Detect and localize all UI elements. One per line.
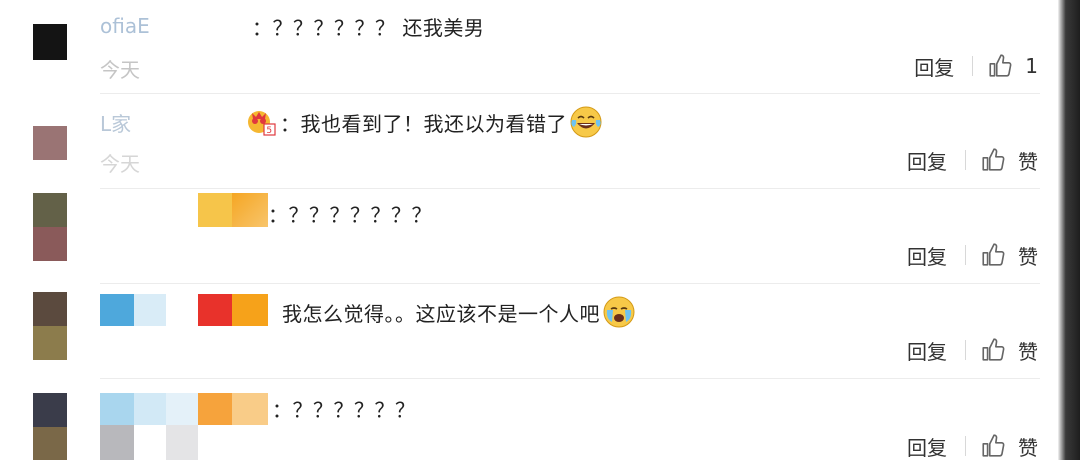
timestamp: 今天 (100, 152, 140, 176)
comment-actions: 回复 赞 (907, 432, 1038, 460)
vip-badge-icon: 5 (248, 111, 276, 136)
avatar[interactable] (33, 292, 67, 360)
reply-button[interactable]: 回复 (907, 146, 947, 175)
timestamp-blur (166, 425, 198, 460)
username-blur[interactable] (100, 294, 134, 326)
action-separator (972, 56, 974, 76)
svg-text:5: 5 (266, 126, 272, 136)
comment-item: L家 今天 5 ：我也看到了！我还以为看错了 回复 赞 (0, 94, 1058, 188)
username[interactable]: ofiaE (100, 14, 150, 38)
username-blur[interactable] (134, 393, 166, 425)
reply-button[interactable]: 回复 (907, 336, 947, 365)
comment-text: ：？？？？？？ 还我美男 (252, 15, 485, 40)
thumbs-up-icon[interactable] (980, 147, 1006, 173)
comment-actions: 回复 赞 (907, 336, 1038, 364)
avatar[interactable] (33, 126, 67, 160)
username-blur[interactable] (198, 393, 232, 425)
reply-button[interactable]: 回复 (914, 52, 954, 81)
comment-text: 我怎么觉得。。这应该不是一个人吧 (282, 294, 636, 330)
username-blur[interactable] (198, 294, 232, 326)
comment-text-body: 我怎么觉得。。这应该不是一个人吧 (282, 301, 600, 326)
comment-actions: 回复 1 (914, 52, 1038, 80)
thumbs-up-icon[interactable] (980, 242, 1006, 268)
username-blur[interactable] (134, 294, 166, 326)
like-button[interactable]: 赞 (1018, 146, 1038, 175)
comment-text: ：？？？？？？ (272, 397, 416, 422)
comment-text: ：？？？？？？？ (268, 202, 432, 227)
action-separator (965, 340, 966, 360)
avatar[interactable] (33, 24, 67, 60)
username-blur[interactable] (100, 393, 134, 425)
screen-edge (1058, 0, 1080, 460)
username-blur[interactable] (232, 393, 268, 425)
like-button[interactable]: 赞 (1018, 432, 1038, 461)
action-separator (965, 436, 966, 456)
thumbs-up-icon[interactable] (987, 53, 1013, 79)
comment-item: ofiaE 今天 ：？？？？？？ 还我美男 回复 1 (0, 0, 1058, 93)
comment-text: 5 ：我也看到了！我还以为看错了 (246, 104, 603, 140)
comment-item: ：？？？？？？ 回复 赞 (0, 379, 1058, 460)
comment-item: 我怎么觉得。。这应该不是一个人吧 回复 赞 (0, 284, 1058, 378)
comment-item: ：？？？？？？？ 回复 赞 (0, 189, 1058, 283)
like-count[interactable]: 1 (1025, 54, 1038, 78)
action-separator (965, 150, 966, 170)
avatar[interactable] (33, 193, 67, 261)
reply-button[interactable]: 回复 (907, 432, 947, 461)
timestamp: 今天 (100, 58, 140, 82)
username-blur[interactable] (232, 193, 268, 227)
username-blur[interactable] (198, 193, 232, 227)
username-blur[interactable] (232, 294, 268, 326)
action-separator (965, 245, 966, 265)
thumbs-up-icon[interactable] (980, 337, 1006, 363)
reply-button[interactable]: 回复 (907, 241, 947, 270)
crying-emoji-icon (603, 296, 635, 328)
username-blur[interactable] (166, 393, 198, 425)
timestamp-blur (100, 425, 134, 460)
laughing-tears-emoji-icon (570, 106, 602, 138)
username[interactable]: L家 (100, 108, 131, 137)
thumbs-up-icon[interactable] (980, 433, 1006, 459)
like-button[interactable]: 赞 (1018, 241, 1038, 270)
like-button[interactable]: 赞 (1018, 336, 1038, 365)
avatar[interactable] (33, 393, 67, 460)
comment-actions: 回复 赞 (907, 146, 1038, 174)
comment-actions: 回复 赞 (907, 241, 1038, 269)
comment-text-body: ：我也看到了！我还以为看错了 (280, 111, 567, 136)
